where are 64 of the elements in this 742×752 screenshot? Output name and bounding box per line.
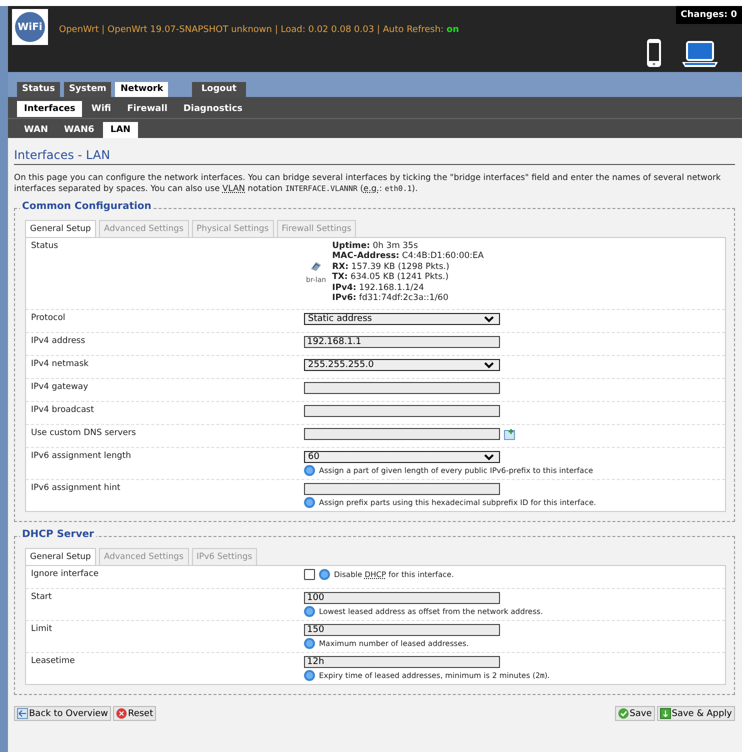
status-line: Uptime: 0h 3m 35s [332, 241, 419, 252]
menu-tab[interactable]: Network [115, 82, 168, 97]
field-label: IPv4 gateway [31, 382, 90, 394]
status-line: TX: 634.05 KB (1241 Pkts.) [332, 272, 450, 283]
select-field[interactable]: Static address [304, 313, 500, 326]
field-label: IPv6 assignment hint [31, 483, 122, 496]
chevron-icon [484, 362, 494, 369]
footer-button[interactable]: Save & Apply [656, 706, 735, 722]
submenu-tab[interactable]: Firewall [120, 101, 174, 117]
status-line: RX: 157.39 KB (1298 Pkts.) [332, 262, 450, 272]
status-info: OpenWrt | OpenWrt 19.07-SNAPSHOT unknown | Load: 0.02 0.08 0.03 | Auto Refresh: on [59, 25, 460, 35]
input-field[interactable]: 12h [304, 656, 500, 668]
status-line: IPv4: 192.168.1.1/24 [332, 282, 426, 294]
section-title: Common Configuration [20, 201, 154, 212]
submenu-tab[interactable]: Wifi [84, 101, 118, 117]
interface-tab[interactable]: WAN [17, 122, 56, 138]
field-label: IPv4 broadcast [31, 405, 95, 418]
footer-button[interactable]: Save [614, 706, 655, 722]
input-field[interactable]: 100 [304, 592, 500, 604]
field-label: Start [31, 592, 53, 604]
input-field[interactable] [304, 428, 500, 440]
page-title: Interfaces - LAN [14, 148, 735, 165]
submenu-tab[interactable]: Interfaces [17, 101, 82, 117]
input-field[interactable] [304, 483, 500, 496]
field-label: IPv4 netmask [31, 359, 90, 372]
field-label: Status [31, 241, 60, 253]
laptop-icon [682, 40, 718, 68]
status-line: IPv6: fd31:74df:2c3a::1/60 [332, 293, 450, 304]
logout-button[interactable]: Logout [192, 82, 246, 97]
phone-icon [646, 38, 662, 68]
footer-button[interactable]: Back to Overview [14, 706, 111, 722]
apply-icon [660, 708, 671, 720]
status-line: MAC-Address: C4:4B:D1:60:00:EA [332, 251, 484, 262]
field-label: IPv6 assignment length [31, 451, 132, 464]
chevron-icon [484, 316, 494, 323]
footer-button[interactable]: Reset [112, 706, 156, 722]
field-label: IPv4 address [31, 336, 86, 348]
cross-circle-icon [116, 708, 127, 720]
input-field[interactable]: 192.168.1.1 [304, 336, 500, 348]
section-tab[interactable]: General Setup [25, 220, 96, 237]
menu-tab[interactable]: System [64, 82, 112, 97]
checkbox[interactable] [304, 569, 315, 580]
input-field[interactable] [304, 405, 500, 418]
input-field[interactable] [304, 382, 500, 394]
field-label: Protocol [31, 313, 66, 326]
interface-tab[interactable]: LAN [103, 122, 138, 138]
field-label: Limit [31, 624, 54, 636]
menu-tab[interactable]: Status [17, 82, 60, 97]
field-label: Use custom DNS servers [31, 428, 137, 440]
changes-badge: Changes: 0 [676, 6, 742, 24]
add-icon [504, 428, 515, 440]
input-field[interactable]: 150 [304, 624, 500, 636]
select-field[interactable]: 60 [304, 451, 500, 464]
field-label: Ignore interface [31, 569, 100, 582]
interface-tab[interactable]: WAN6 [57, 122, 102, 138]
check-icon [618, 708, 629, 720]
chevron-icon [484, 454, 494, 461]
section-tab[interactable]: General Setup [25, 548, 96, 566]
field-label: Leasetime [31, 656, 76, 668]
submenu-tab[interactable]: Diagnostics [176, 101, 250, 117]
logo: WiFi [12, 9, 48, 45]
back-arrow-icon [17, 708, 28, 720]
section-title: DHCP Server [20, 529, 96, 540]
select-field[interactable]: 255.255.255.0 [304, 359, 500, 372]
